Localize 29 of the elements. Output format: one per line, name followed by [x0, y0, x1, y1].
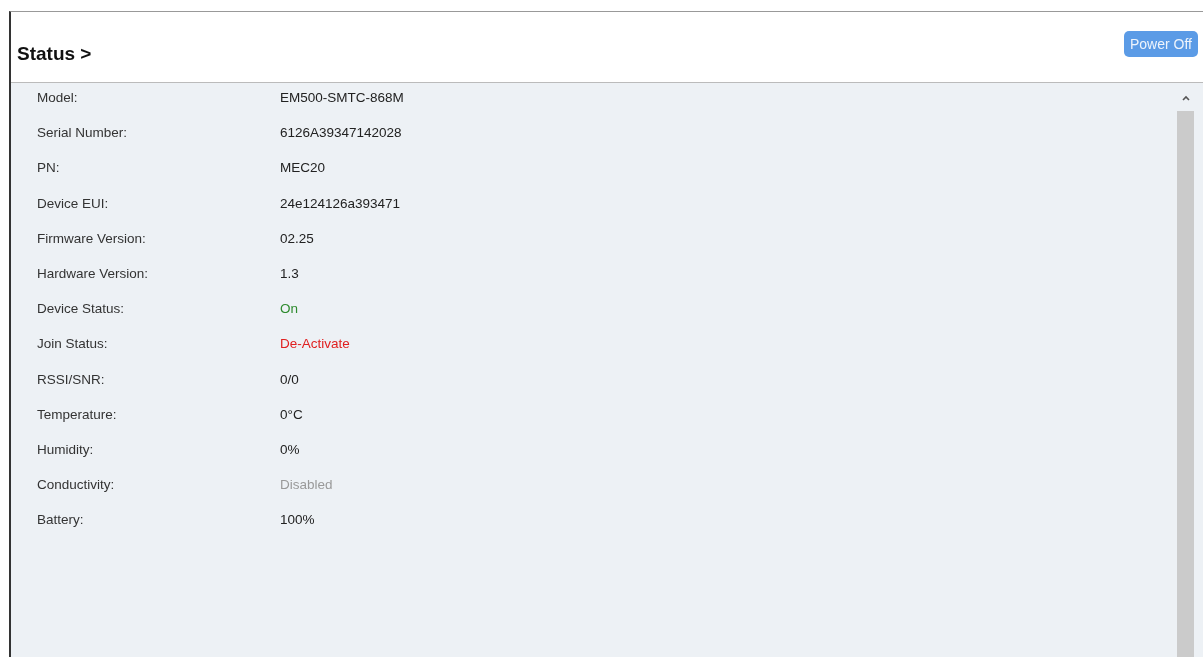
- field-label: Conductivity:: [37, 477, 116, 493]
- field-value: 100%: [280, 512, 315, 528]
- field-value: 02.25: [280, 230, 314, 246]
- field-label: Serial Number:: [37, 125, 129, 141]
- field-label: Battery:: [37, 512, 85, 528]
- field-label: Device EUI:: [37, 195, 110, 211]
- field-label: Hardware Version:: [37, 266, 150, 282]
- field-label: Humidity:: [37, 441, 95, 457]
- field-value: EM500-SMTC-868M: [280, 90, 404, 106]
- field-label: Firmware Version:: [37, 230, 147, 246]
- field-value: MEC20: [280, 160, 325, 176]
- field-value: 24e124126a393471: [280, 195, 401, 211]
- scroll-up-icon[interactable]: [1181, 95, 1190, 101]
- field-label: Temperature:: [37, 406, 118, 422]
- field-label: Device Status:: [37, 301, 126, 317]
- power-off-button[interactable]: Power Off: [1124, 31, 1198, 57]
- field-label: PN:: [37, 160, 61, 176]
- field-value: 0/0: [280, 371, 299, 387]
- field-value: 6126A39347142028: [280, 125, 402, 141]
- field-value: 0%: [280, 441, 300, 457]
- field-value: De-Activate: [280, 336, 350, 352]
- field-value: 1.3: [280, 266, 299, 282]
- field-label: Join Status:: [37, 336, 109, 352]
- field-value: Disabled: [280, 477, 333, 493]
- field-label: RSSI/SNR:: [37, 371, 106, 387]
- field-value: 0°C: [280, 406, 303, 422]
- field-value: On: [280, 301, 298, 317]
- field-label: Model:: [37, 90, 79, 106]
- page-title: Status >: [17, 43, 92, 65]
